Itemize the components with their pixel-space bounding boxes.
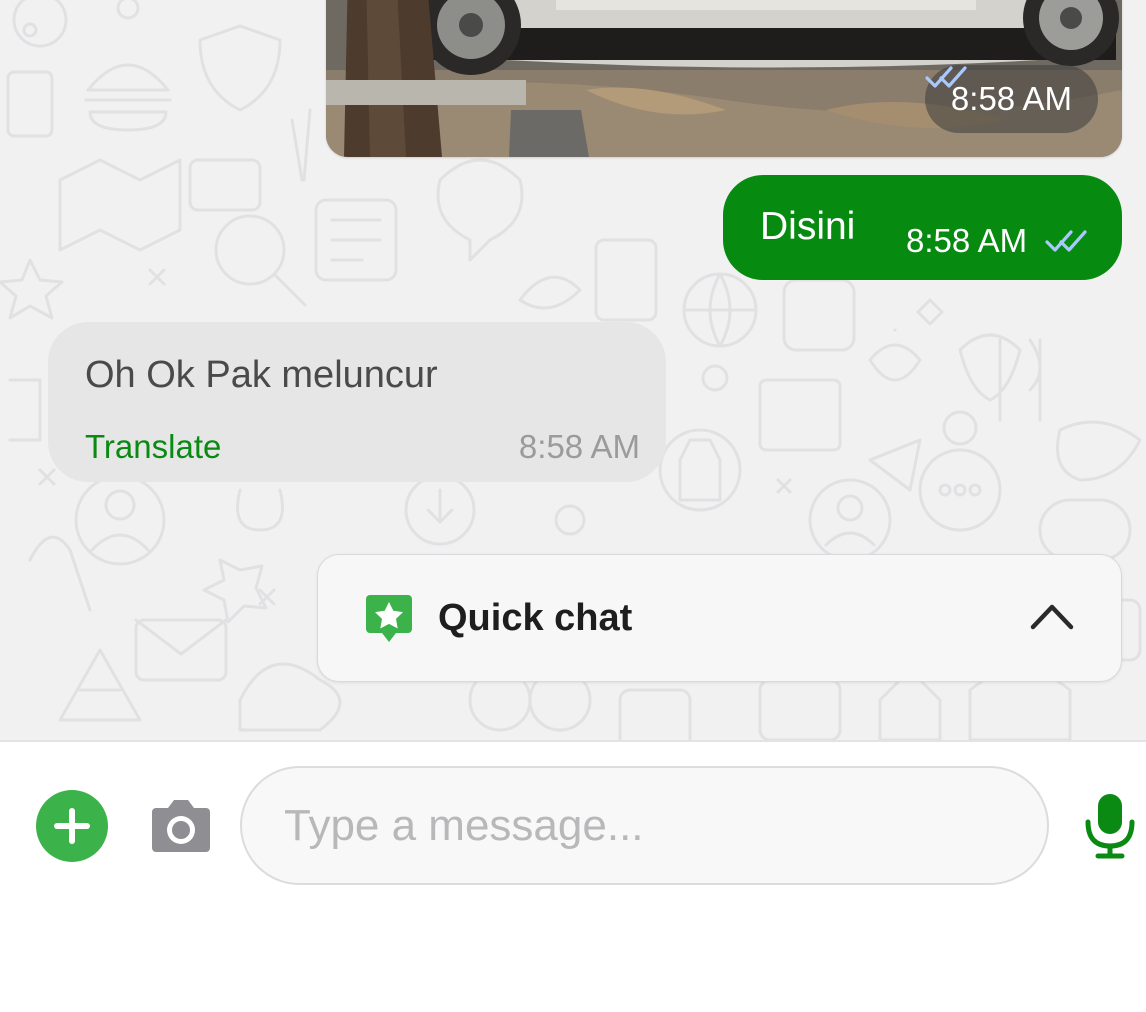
quick-chat-label: Quick chat <box>438 597 633 639</box>
chat-area[interactable]: 8:58 AM Disini 8:58 AM Oh Ok Pak meluncu… <box>0 0 1146 742</box>
double-check-icon <box>1045 230 1087 252</box>
double-check-icon <box>925 66 967 88</box>
camera-icon[interactable] <box>150 798 212 854</box>
outgoing-message-time: 8:58 AM <box>906 222 1028 259</box>
translate-link[interactable]: Translate <box>85 428 221 466</box>
image-timestamp: 8:58 AM <box>924 65 1098 133</box>
outgoing-message-text: Disini <box>760 205 856 248</box>
incoming-message[interactable]: Oh Ok Pak meluncur Translate 8:58 AM <box>48 322 666 482</box>
outgoing-message[interactable]: Disini 8:58 AM <box>723 175 1122 280</box>
image-message[interactable]: 8:58 AM <box>326 0 1122 157</box>
chevron-up-icon[interactable] <box>1029 601 1075 631</box>
quick-chat-bar[interactable]: Quick chat <box>317 554 1122 682</box>
incoming-message-time: 8:58 AM <box>518 428 640 465</box>
composer-divider <box>0 740 1146 742</box>
message-input[interactable] <box>240 766 1049 885</box>
microphone-icon[interactable] <box>1082 792 1138 860</box>
add-attachment-button[interactable] <box>36 790 108 862</box>
image-time-text: 8:58 AM <box>950 80 1072 117</box>
outgoing-message-meta: 8:58 AM <box>906 222 1089 260</box>
incoming-message-text: Oh Ok Pak meluncur <box>85 354 438 396</box>
star-chat-icon <box>366 595 412 642</box>
